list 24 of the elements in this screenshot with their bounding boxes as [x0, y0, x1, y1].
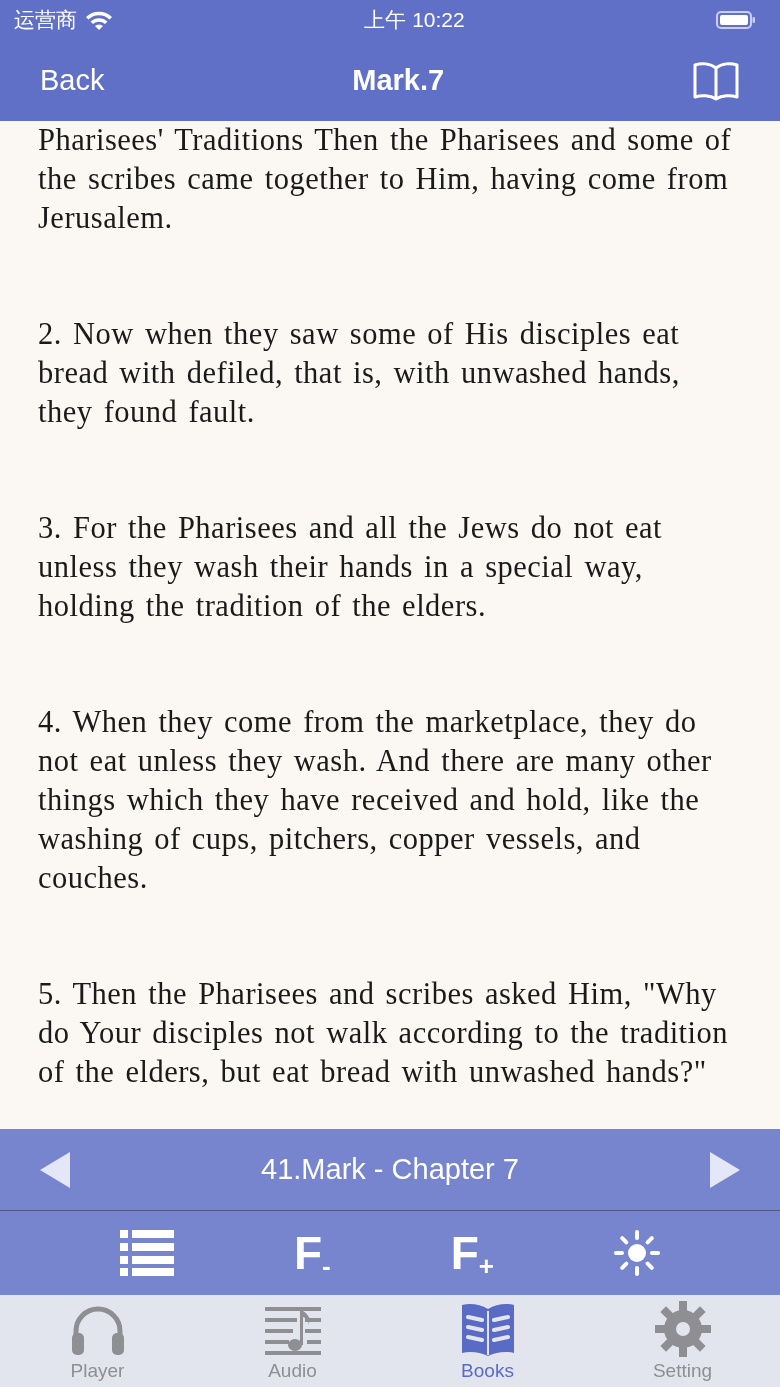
- tab-item[interactable]: Player: [0, 1295, 195, 1387]
- verse-text: 5. Then the Pharisees and scribes asked Him, "Why do Your disciples not walk according to the tradition of the elders, but eat bread with unwashed hands?": [37, 976, 730, 1091]
- back-button[interactable]: Back: [40, 58, 105, 103]
- verse-text: Pharisees' Traditions Then the Pharisees and some of the scribes came together to Him, having come from Jerusalem.: [37, 122, 733, 237]
- verse-text: 4. When they come from the marketplace, they do not eat unless they wash. And there are many other things which they have received and hold, like the washing of cups, pitchers, copper vessels, and couches.: [37, 704, 713, 897]
- list-icon[interactable]: [120, 1229, 174, 1276]
- chapter-title: 41.Mark - Chapter 7: [261, 1151, 519, 1187]
- wifi-icon: [85, 10, 113, 30]
- verse-text: 2. Now when they saw some of His disciples eat bread with defiled, that is, with unwashed hands, they found fault.: [37, 316, 681, 431]
- previous-arrow-icon[interactable]: [40, 1151, 72, 1188]
- font-size-button[interactable]: F$_{+}$: [450, 1229, 494, 1276]
- tab-item[interactable]: Setting: [585, 1295, 780, 1387]
- gear-icon: [652, 1301, 713, 1357]
- font-size-button[interactable]: F$_{-}$: [293, 1229, 331, 1276]
- screen-title: Mark.7: [352, 62, 445, 98]
- verse-text: 3. For the Pharisees and all the Jews do not eat unless they wash their hands in a special way, holding the tradition of the elders.: [37, 510, 664, 625]
- status-time: 上午 10:22: [364, 7, 465, 34]
- carrier-label: 运营商: [14, 7, 77, 34]
- book-icon[interactable]: [692, 60, 740, 101]
- tab-item[interactable]: Audio: [195, 1295, 390, 1387]
- brightness-icon[interactable]: [614, 1229, 660, 1276]
- battery-icon: [716, 10, 756, 30]
- tab-item[interactable]: Books: [390, 1295, 585, 1387]
- next-arrow-icon[interactable]: [708, 1151, 740, 1188]
